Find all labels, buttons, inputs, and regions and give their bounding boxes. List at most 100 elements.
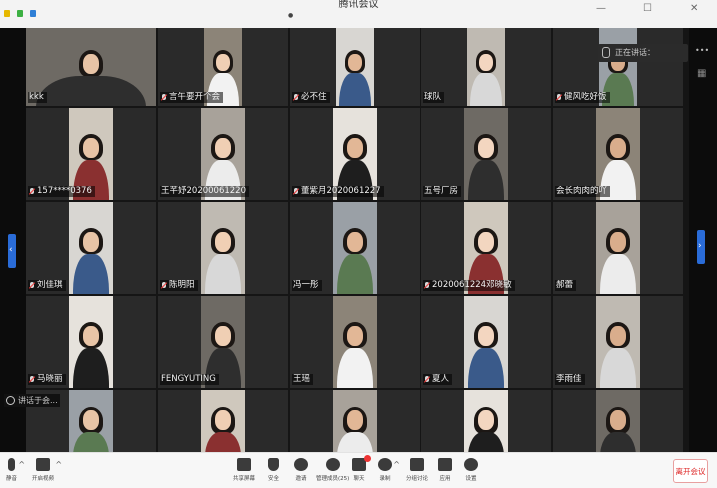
status-icon-yellow bbox=[4, 10, 10, 17]
share-screen-button[interactable]: 共享屏幕 bbox=[233, 458, 255, 482]
invite-user-icon bbox=[294, 458, 308, 471]
participant-face bbox=[83, 232, 99, 253]
record-button[interactable]: 录制 ^ bbox=[378, 458, 400, 482]
participant-name: 言午要开个会 bbox=[169, 92, 221, 102]
participant-tile[interactable]: 刘佳琪 bbox=[26, 202, 156, 294]
participant-tile[interactable]: 五号厂房 bbox=[421, 108, 551, 200]
mute-options-chevron-icon[interactable]: ^ bbox=[18, 460, 25, 469]
view-switch-icon[interactable]: ▦ bbox=[697, 68, 706, 79]
participant-tile[interactable]: 郝蕾 bbox=[553, 202, 683, 294]
meeting-toolbar: 静音 ^ 开启视频 ^ 共享屏幕 安全 邀请 管理成员(25) 聊天 录制 ^ … bbox=[0, 452, 717, 488]
record-icon bbox=[378, 458, 392, 471]
participant-name-tag: 必不住 bbox=[292, 92, 330, 103]
participant-tile[interactable]: FENGYUTING bbox=[158, 296, 288, 388]
security-button[interactable]: 安全 bbox=[268, 458, 279, 482]
maximize-icon[interactable]: ☐ bbox=[643, 3, 652, 14]
participant-face bbox=[610, 138, 626, 159]
participant-tile[interactable] bbox=[421, 390, 551, 452]
next-page-button[interactable] bbox=[697, 230, 705, 264]
participant-tile[interactable]: 夏人 bbox=[421, 296, 551, 388]
participant-name-tag: FENGYUTING bbox=[160, 374, 219, 385]
security-label: 安全 bbox=[268, 476, 280, 482]
participant-name-tag: 王瑶 bbox=[292, 374, 314, 385]
participant-name-tag: 刘佳琪 bbox=[28, 280, 66, 291]
record-label: 录制 bbox=[379, 476, 391, 482]
participant-tile[interactable]: 健风吃好饭 bbox=[553, 28, 683, 106]
participant-face bbox=[479, 53, 493, 71]
muted-mic-icon bbox=[293, 187, 299, 196]
participant-tile[interactable]: 董紫月2020061227 bbox=[290, 108, 420, 200]
status-icon-green bbox=[17, 10, 23, 17]
participant-tile[interactable]: 157****0376 bbox=[26, 108, 156, 200]
window-status-icons bbox=[4, 10, 36, 17]
participant-tile[interactable]: 球队 bbox=[421, 28, 551, 106]
participant-tile[interactable] bbox=[553, 390, 683, 452]
breakout-rooms-icon bbox=[410, 458, 424, 471]
participant-name-tag: 会长肉肉的吖 bbox=[555, 186, 611, 197]
participant-tile[interactable]: 王芊妤20200061220 bbox=[158, 108, 288, 200]
participant-face bbox=[215, 326, 231, 347]
participant-face bbox=[347, 410, 363, 431]
apps-grid-icon bbox=[438, 458, 452, 471]
video-camera-icon bbox=[36, 458, 50, 471]
participant-name-tag: 言午要开个会 bbox=[160, 92, 224, 103]
participant-tile[interactable] bbox=[158, 390, 288, 452]
breakout-rooms-button[interactable]: 分组讨论 bbox=[406, 458, 428, 482]
participant-tile[interactable]: kkk bbox=[26, 28, 156, 106]
mute-button[interactable]: 静音 ^ bbox=[6, 458, 25, 482]
manage-members-button[interactable]: 管理成员(25) bbox=[316, 458, 349, 482]
participant-tile[interactable]: 言午要开个会 bbox=[158, 28, 288, 106]
participant-tile[interactable]: 必不住 bbox=[290, 28, 420, 106]
participant-tile[interactable]: 2020061224邓晓敏 bbox=[421, 202, 551, 294]
participant-tile[interactable]: 李雨佳 bbox=[553, 296, 683, 388]
participant-name: 夏人 bbox=[432, 374, 450, 384]
participant-face bbox=[478, 138, 494, 159]
video-options-chevron-icon[interactable]: ^ bbox=[55, 460, 62, 469]
participant-name: 马晓丽 bbox=[37, 374, 63, 384]
muted-mic-icon bbox=[29, 281, 35, 290]
speaker-label: 正在讲话： bbox=[615, 48, 655, 57]
settings-label: 设置 bbox=[465, 476, 477, 482]
previous-page-button[interactable] bbox=[8, 234, 16, 268]
participant-name: 陈明阳 bbox=[169, 280, 195, 290]
participant-name-tag: 郝蕾 bbox=[555, 280, 577, 291]
participant-tile[interactable] bbox=[290, 390, 420, 452]
muted-mic-icon bbox=[29, 375, 35, 384]
participant-tile[interactable]: 会长肉肉的吖 bbox=[553, 108, 683, 200]
invite-button[interactable]: 邀请 bbox=[294, 458, 308, 482]
participant-tile[interactable]: 陈明阳 bbox=[158, 202, 288, 294]
muted-mic-icon bbox=[293, 93, 299, 102]
start-video-button[interactable]: 开启视频 ^ bbox=[32, 458, 62, 482]
participant-face bbox=[83, 138, 99, 159]
participant-name: 157****0376 bbox=[37, 186, 92, 196]
chat-bubble-icon bbox=[352, 455, 371, 471]
speaker-menu-icon[interactable]: ••• bbox=[695, 46, 709, 55]
participant-name: 球队 bbox=[424, 92, 442, 102]
participant-name: 必不住 bbox=[301, 92, 327, 102]
settings-button[interactable]: 设置 bbox=[464, 458, 478, 482]
participant-tile[interactable]: 冯一彤 bbox=[290, 202, 420, 294]
participant-tile[interactable]: 马晓丽 bbox=[26, 296, 156, 388]
participant-name-tag: 董紫月2020061227 bbox=[292, 186, 384, 197]
status-icon-blue bbox=[30, 10, 36, 17]
participant-face bbox=[347, 326, 363, 347]
record-options-chevron-icon[interactable]: ^ bbox=[393, 460, 400, 469]
start-video-label: 开启视频 bbox=[32, 476, 55, 482]
close-icon[interactable]: ✕ bbox=[690, 3, 698, 14]
breakout-rooms-label: 分组讨论 bbox=[406, 476, 429, 482]
microphone-icon bbox=[8, 458, 15, 471]
participant-face bbox=[347, 138, 363, 159]
speaking-indicator: 讲话于会... bbox=[4, 394, 60, 407]
chat-button[interactable]: 聊天 bbox=[352, 455, 371, 482]
leave-meeting-button[interactable]: 离开会议 bbox=[673, 459, 708, 483]
participant-name: FENGYUTING bbox=[161, 374, 216, 384]
participant-name-tag: 157****0376 bbox=[28, 186, 95, 197]
participant-tile[interactable]: 王瑶 bbox=[290, 296, 420, 388]
participant-name: 2020061224邓晓敏 bbox=[432, 280, 512, 290]
muted-mic-icon bbox=[161, 93, 167, 102]
apps-button[interactable]: 应用 bbox=[438, 458, 452, 482]
participant-name-tag: 2020061224邓晓敏 bbox=[423, 280, 515, 291]
participant-name-tag: 冯一彤 bbox=[292, 280, 322, 291]
minimize-icon[interactable]: — bbox=[596, 3, 606, 14]
speaker-indicator: 正在讲话： bbox=[598, 44, 688, 62]
